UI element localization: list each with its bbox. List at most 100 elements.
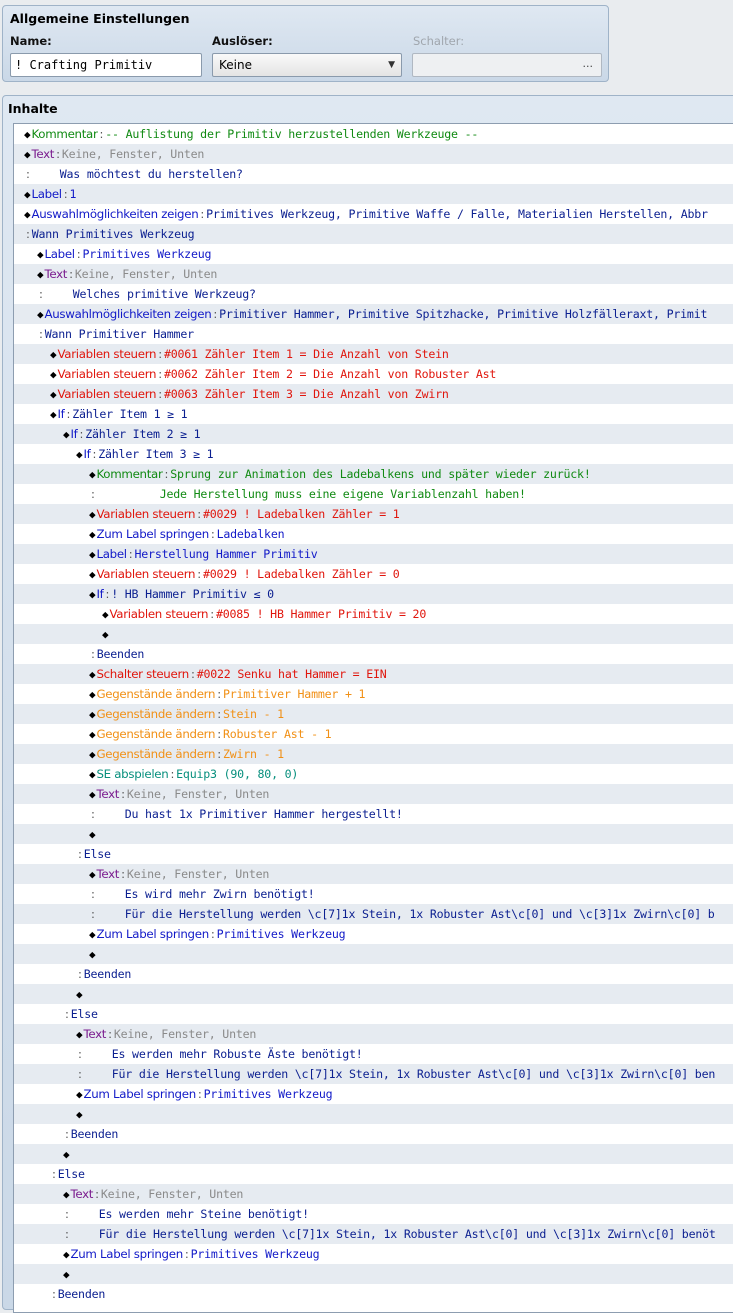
command-argument: Beenden (83, 967, 132, 981)
command-row[interactable]: ◆If: Zähler Item 3 ≥ 1 (14, 444, 733, 464)
diamond-icon: ◆ (89, 728, 96, 741)
command-argument: Herstellung Hammer Primitiv (134, 547, 318, 561)
command-row[interactable]: ◆Variablen steuern: #0063 Zähler Item 3 =… (14, 384, 733, 404)
diamond-icon: ◆ (89, 928, 96, 941)
command-row[interactable]: ◆Gegenstände ändern: Zwirn - 1 (14, 744, 733, 764)
command-row[interactable]: ◆Zum Label springen: Primitives Werkzeug (14, 924, 733, 944)
command-row[interactable]: ◆Text: Keine, Fenster, Unten (14, 1024, 733, 1044)
command-row[interactable]: : Else (14, 1164, 733, 1184)
command-keyword: If (57, 407, 65, 421)
command-keyword: Text (83, 1027, 107, 1041)
command-row[interactable]: : Wann Primitiver Hammer (14, 324, 733, 344)
trigger-select[interactable]: Keine ▼ (212, 53, 402, 77)
command-row[interactable]: ◆Variablen steuern: #0062 Zähler Item 2 =… (14, 364, 733, 384)
command-row[interactable]: : Beenden (14, 1124, 733, 1144)
command-separator: : (56, 147, 60, 161)
command-row[interactable]: ◆SE abspielen: Equip3 (90, 80, 0) (14, 764, 733, 784)
command-argument: Welches primitive Werkzeug? (72, 287, 256, 301)
diamond-icon: ◆ (24, 128, 31, 141)
command-row[interactable]: ◆Label:1 (14, 184, 733, 204)
event-command-list[interactable]: ◆Kommentar: -- Auflistung der Primitiv he… (13, 123, 733, 1313)
command-row[interactable]: : Beenden (14, 1284, 733, 1304)
command-row[interactable]: ◆Label: Herstellung Hammer Primitiv (14, 544, 733, 564)
command-row[interactable]: : Es werden mehr Robuste Äste benötigt! (14, 1044, 733, 1064)
command-row[interactable]: ◆ (14, 824, 733, 844)
switch-browse-button[interactable]: ... (583, 57, 594, 70)
command-keyword: Variablen steuern (57, 367, 157, 381)
command-separator: : (164, 467, 169, 481)
command-row[interactable]: : Beenden (14, 644, 733, 664)
command-row[interactable]: ◆If: Zähler Item 2 ≥ 1 (14, 424, 733, 444)
command-row[interactable]: ◆Text: Keine, Fenster, Unten (14, 1184, 733, 1204)
command-row[interactable]: : Für die Herstellung werden \c[7]1x Stei… (14, 1224, 733, 1244)
command-row[interactable]: ◆ (14, 944, 733, 964)
switch-select[interactable]: ... (412, 53, 602, 77)
command-keyword: Variablen steuern (109, 607, 209, 621)
command-row[interactable]: ◆Auswahlmöglichkeiten zeigen: Primitives … (14, 204, 733, 224)
command-row[interactable]: : Für die Herstellung werden \c[7]1x Stei… (14, 904, 733, 924)
command-row[interactable]: ◆Kommentar: -- Auflistung der Primitiv he… (14, 124, 733, 144)
command-separator: : (65, 1227, 69, 1241)
diamond-icon: ◆ (89, 588, 96, 601)
command-row[interactable]: ◆ (14, 1264, 733, 1284)
command-argument: Keine, Fenster, Unten (126, 787, 270, 801)
command-row[interactable]: ◆Auswahlmöglichkeiten zeigen: Primitiver … (14, 304, 733, 324)
command-row[interactable]: : Jede Herstellung muss eine eigene Varia… (14, 484, 733, 504)
command-argument: Primitives Werkzeug, Primitive Waffe / F… (206, 207, 708, 221)
command-row[interactable]: : Beenden (14, 964, 733, 984)
name-input[interactable]: ! Crafting Primitiv (10, 53, 202, 77)
command-row[interactable]: ◆Text: Keine, Fenster, Unten (14, 144, 733, 164)
command-argument: Wann Primitives Werkzeug (31, 227, 195, 241)
command-row[interactable]: ◆Zum Label springen: Primitives Werkzeug (14, 1244, 733, 1264)
command-row[interactable]: : Wann Primitives Werkzeug (14, 224, 733, 244)
command-row[interactable]: : Else (14, 844, 733, 864)
command-argument: Keine, Fenster, Unten (74, 267, 218, 281)
diamond-icon: ◆ (89, 568, 96, 581)
command-keyword: Zum Label springen (70, 1247, 183, 1261)
command-row[interactable]: ◆Label: Primitives Werkzeug (14, 244, 733, 264)
command-separator: : (217, 747, 221, 761)
command-keyword: Auswahlmöglichkeiten zeigen (31, 207, 199, 221)
command-row[interactable]: : Was möchtest du herstellen? (14, 164, 733, 184)
command-row[interactable]: ◆Variablen steuern: #0085 ! HB Hammer Pri… (14, 604, 733, 624)
command-row[interactable]: ◆Kommentar: Sprung zur Animation des Lade… (14, 464, 733, 484)
command-row[interactable]: ◆Text: Keine, Fenster, Unten (14, 264, 733, 284)
command-row[interactable]: ◆Text: Keine, Fenster, Unten (14, 784, 733, 804)
command-argument: #0063 Zähler Item 3 = Die Anzahl von Zwi… (163, 387, 449, 401)
command-argument: Du hast 1x Primitiver Hammer hergestellt… (124, 807, 403, 821)
command-separator: : (105, 587, 110, 601)
command-row[interactable]: ◆Gegenstände ändern: Robuster Ast - 1 (14, 724, 733, 744)
command-row[interactable]: : Du hast 1x Primitiver Hammer hergestell… (14, 804, 733, 824)
switch-label: Schalter: (413, 34, 465, 48)
diamond-icon: ◆ (76, 988, 83, 1001)
command-row[interactable]: ◆Gegenstände ändern: Stein - 1 (14, 704, 733, 724)
command-row[interactable]: ◆Zum Label springen: Primitives Werkzeug (14, 1084, 733, 1104)
command-row[interactable]: ◆ (14, 1144, 733, 1164)
command-row[interactable]: ◆If: Zähler Item 1 ≥ 1 (14, 404, 733, 424)
command-row[interactable]: : Für die Herstellung werden \c[7]1x Stei… (14, 1064, 733, 1084)
command-keyword: Kommentar (96, 467, 163, 481)
command-row[interactable]: : Es werden mehr Steine benötigt! (14, 1204, 733, 1224)
command-row[interactable]: ◆Variablen steuern: #0029 ! Ladebalken Zä… (14, 564, 733, 584)
command-separator: : (69, 267, 73, 281)
command-row[interactable]: : Es wird mehr Zwirn benötigt! (14, 884, 733, 904)
diamond-icon: ◆ (89, 528, 96, 541)
diamond-icon: ◆ (63, 1148, 70, 1161)
command-row[interactable]: ◆ (14, 624, 733, 644)
command-keyword: Label (96, 547, 127, 561)
command-argument: Beenden (70, 1127, 119, 1141)
general-settings-panel: Allgemeine Einstellungen Name: Auslöser:… (2, 5, 609, 82)
command-row[interactable]: ◆Variablen steuern: #0029 ! Ladebalken Zä… (14, 504, 733, 524)
command-row[interactable]: ◆If:! HB Hammer Primitiv ≤ 0 (14, 584, 733, 604)
command-row[interactable]: : Else (14, 1004, 733, 1024)
command-row[interactable]: ◆Zum Label springen: Ladebalken (14, 524, 733, 544)
command-row[interactable]: ◆Text: Keine, Fenster, Unten (14, 864, 733, 884)
command-row[interactable]: ◆ (14, 984, 733, 1004)
command-row[interactable]: ◆Schalter steuern: #0022 Senku hat Hammer… (14, 664, 733, 684)
command-keyword: Kommentar (31, 127, 98, 141)
command-row[interactable]: ◆ (14, 1104, 733, 1124)
command-row[interactable]: ◆Gegenstände ändern: Primitiver Hammer + … (14, 684, 733, 704)
diamond-icon: ◆ (63, 1268, 70, 1281)
command-row[interactable]: ◆Variablen steuern: #0061 Zähler Item 1 =… (14, 344, 733, 364)
command-row[interactable]: : Welches primitive Werkzeug? (14, 284, 733, 304)
